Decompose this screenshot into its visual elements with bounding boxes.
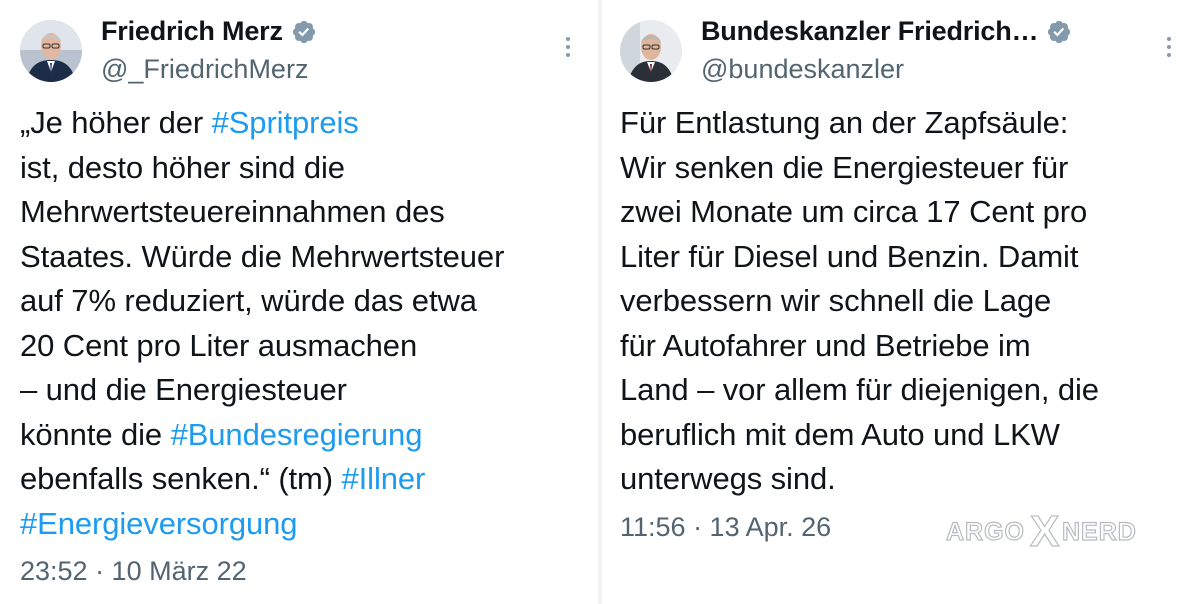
tweet-text-line: könnte die #Bundesregierung bbox=[20, 413, 504, 458]
tweet-timestamp[interactable]: 23:52 · 10 März 22 bbox=[20, 556, 247, 587]
watermark-right-text: NERD bbox=[1062, 518, 1137, 546]
author-handle[interactable]: @_FriedrichMerz bbox=[101, 54, 308, 85]
tweet-text-line: Land – vor allem für diejenigen, die bbox=[620, 368, 1099, 413]
tweet-text-line: 20 Cent pro Liter ausmachen bbox=[20, 324, 504, 369]
tweet-text-line: zwei Monate um circa 17 Cent pro bbox=[620, 190, 1099, 235]
tweet-text-segment: – und die Energiesteuer bbox=[20, 372, 347, 407]
hashtag-link[interactable]: #Bundesregierung bbox=[171, 417, 423, 452]
tweet-text-segment: verbessern wir schnell die Lage bbox=[620, 283, 1052, 318]
tweet-text-line: ebenfalls senken.“ (tm) #Illner bbox=[20, 457, 504, 502]
tweet-text-segment: Staates. Würde die Mehrwertsteuer bbox=[20, 238, 505, 274]
tweet-timestamp[interactable]: 11:56 · 13 Apr. 26 bbox=[620, 512, 831, 543]
tweet-text-line: unterwegs sind. bbox=[620, 457, 1099, 502]
tweet-text-segment: 20 Cent pro Liter ausmachen bbox=[20, 327, 418, 363]
tweet-text-line: Mehrwertsteuereinnahmen des bbox=[20, 190, 504, 235]
watermark-mark: X bbox=[1030, 508, 1059, 552]
tweet-text-segment: zwei Monate um circa 17 Cent pro bbox=[620, 194, 1088, 229]
tweet-text-segment: Wir senken die Energiesteuer für bbox=[620, 149, 1069, 185]
tweet-text-line: verbessern wir schnell die Lage bbox=[620, 279, 1099, 324]
tweet-text: Für Entlastung an der Zapfsäule: Wir senk… bbox=[620, 101, 1099, 502]
tweet-text-line: Liter für Diesel und Benzin. Damit bbox=[620, 235, 1099, 280]
hashtag-link[interactable]: #Energieversorgung bbox=[20, 506, 297, 541]
avatar-bundeskanzler[interactable] bbox=[620, 20, 682, 82]
tweet-text-line: ist, desto höher sind die bbox=[20, 146, 504, 191]
tweet-text-segment: unterwegs sind. bbox=[620, 461, 836, 496]
tweet-text-line: Für Entlastung an der Zapfsäule: bbox=[620, 101, 1099, 146]
tweet-text-line: – und die Energiesteuer bbox=[20, 368, 504, 413]
author-display-name[interactable]: Friedrich Merz bbox=[101, 16, 283, 47]
tweet-text-segment: Land – vor allem für diejenigen, die bbox=[620, 372, 1099, 407]
author-name-row: Friedrich Merz bbox=[101, 16, 317, 47]
author-name-row: Bundeskanzler Friedrich… bbox=[701, 16, 1072, 47]
tweet-text-segment: könnte die bbox=[20, 416, 171, 452]
tweet-text-line: beruflich mit dem Auto und LKW bbox=[620, 413, 1099, 458]
tweet-text-line: Wir senken die Energiesteuer für bbox=[620, 146, 1099, 191]
more-options-icon[interactable] bbox=[565, 37, 571, 59]
tweet-text-line: Staates. Würde die Mehrwertsteuer bbox=[20, 235, 504, 280]
hashtag-link[interactable]: #Illner bbox=[342, 461, 426, 496]
tweet-text: „Je höher der #Spritpreis ist, desto höhe… bbox=[20, 101, 504, 546]
more-options-icon[interactable] bbox=[1166, 37, 1172, 59]
avatar-friedrich-merz[interactable] bbox=[20, 20, 82, 82]
tweet-text-segment: Für Entlastung an der Zapfsäule: bbox=[620, 105, 1069, 140]
tweet-text-line: „Je höher der #Spritpreis bbox=[20, 101, 504, 146]
verified-badge-icon bbox=[292, 20, 315, 43]
tweet-text-segment: ist, desto höher sind die bbox=[20, 149, 345, 185]
verified-badge-icon bbox=[1048, 20, 1071, 43]
tweet-text-line: für Autofahrer und Betriebe im bbox=[620, 324, 1099, 369]
tweet-text-line: #Energieversorgung bbox=[20, 502, 504, 547]
tweet-text-segment: auf 7% reduziert, würde das etwa bbox=[20, 283, 477, 318]
tweet-text-line: auf 7% reduziert, würde das etwa bbox=[20, 279, 504, 324]
argonerd-watermark: ARGO X NERD bbox=[946, 508, 1137, 552]
tweet-text-segment: ebenfalls senken.“ (tm) bbox=[20, 461, 342, 496]
tweet-text-segment: „Je höher der bbox=[20, 105, 212, 140]
tweet-card-1: Friedrich Merz @_FriedrichMerz „Je höher… bbox=[0, 0, 598, 604]
tweet-text-segment: Liter für Diesel und Benzin. Damit bbox=[620, 238, 1079, 274]
author-handle[interactable]: @bundeskanzler bbox=[701, 54, 904, 85]
watermark-left-text: ARGO bbox=[946, 518, 1025, 546]
hashtag-link[interactable]: #Spritpreis bbox=[212, 105, 359, 140]
tweet-text-segment: für Autofahrer und Betriebe im bbox=[620, 327, 1031, 363]
author-display-name[interactable]: Bundeskanzler Friedrich… bbox=[701, 16, 1038, 47]
tweet-text-segment: beruflich mit dem Auto und LKW bbox=[620, 416, 1060, 452]
tweet-text-segment: Mehrwertsteuereinnahmen des bbox=[20, 194, 445, 229]
